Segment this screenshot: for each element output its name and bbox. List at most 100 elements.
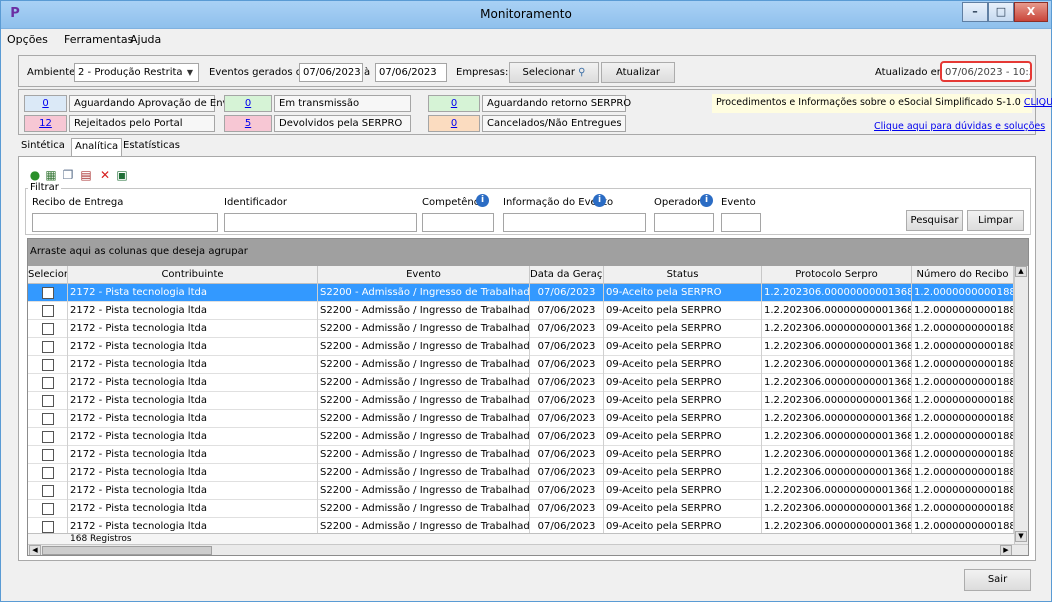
ambiente-select[interactable]: 2 - Produção Restrita ▼ bbox=[74, 63, 199, 82]
row-checkbox[interactable] bbox=[42, 413, 54, 425]
counter-em-transmissao[interactable]: 0 bbox=[224, 95, 272, 112]
competencia-label: Competênc bbox=[422, 197, 480, 208]
table-row[interactable]: 2172 - Pista tecnologia ltda S2200 - Admi… bbox=[28, 410, 1028, 428]
competencia-info-icon[interactable]: i bbox=[476, 194, 489, 207]
tab-sintetica[interactable]: Sintética bbox=[18, 138, 68, 155]
selecionar-label: Selecionar bbox=[522, 67, 575, 78]
row-checkbox[interactable] bbox=[42, 521, 54, 533]
table-row[interactable]: 2172 - Pista tecnologia ltda S2200 - Admi… bbox=[28, 302, 1028, 320]
atualizar-button[interactable]: Atualizar bbox=[601, 62, 675, 83]
duvidas-link[interactable]: Clique aqui para dúvidas e soluções bbox=[874, 121, 1045, 132]
table-row[interactable]: 2172 - Pista tecnologia ltda S2200 - Admi… bbox=[28, 464, 1028, 482]
table-row[interactable]: 2172 - Pista tecnologia ltda S2200 - Admi… bbox=[28, 374, 1028, 392]
column-header-recibo[interactable]: Número do Recibo bbox=[912, 266, 1014, 284]
procedimentos-link[interactable]: CLIQUE AQUI bbox=[1024, 97, 1052, 108]
globe-icon[interactable]: ● bbox=[28, 168, 42, 182]
scroll-up-icon[interactable]: ▲ bbox=[1015, 266, 1027, 277]
table-row[interactable]: 2172 - Pista tecnologia ltda S2200 - Admi… bbox=[28, 356, 1028, 374]
cell-numero-recibo: 1.2.000000000018898 bbox=[912, 410, 1014, 428]
column-header-contribuinte[interactable]: Contribuinte bbox=[68, 266, 318, 284]
table-row[interactable]: 2172 - Pista tecnologia ltda S2200 - Admi… bbox=[28, 500, 1028, 518]
row-checkbox[interactable] bbox=[42, 305, 54, 317]
cell-selecionar bbox=[28, 410, 68, 428]
table-row[interactable]: 2172 - Pista tecnologia ltda S2200 - Admi… bbox=[28, 338, 1028, 356]
row-checkbox[interactable] bbox=[42, 485, 54, 497]
table-row[interactable]: 2172 - Pista tecnologia ltda S2200 - Admi… bbox=[28, 320, 1028, 338]
counter-aguardando-aprovacao[interactable]: 0 bbox=[24, 95, 67, 112]
menu-bar: Opções Ferramentas Ajuda bbox=[1, 29, 1051, 51]
row-checkbox[interactable] bbox=[42, 377, 54, 389]
column-header-selecionar[interactable]: Selecionar bbox=[28, 266, 68, 284]
toolbar-panel: Ambiente: 2 - Produção Restrita ▼ Evento… bbox=[18, 55, 1036, 87]
cell-evento: S2200 - Admissão / Ingresso de Trabalhad… bbox=[318, 392, 530, 410]
pesquisar-button[interactable]: Pesquisar bbox=[906, 210, 963, 231]
tab-estatisticas[interactable]: Estatísticas bbox=[120, 138, 183, 155]
identificador-input[interactable] bbox=[224, 213, 417, 232]
counter-cancelados[interactable]: 0 bbox=[428, 115, 480, 132]
menu-opcoes[interactable]: Opções bbox=[7, 33, 48, 46]
operador-input[interactable] bbox=[654, 213, 714, 232]
table-row[interactable]: 2172 - Pista tecnologia ltda S2200 - Admi… bbox=[28, 392, 1028, 410]
cell-evento: S2200 - Admissão / Ingresso de Trabalhad… bbox=[318, 320, 530, 338]
row-checkbox[interactable] bbox=[42, 467, 54, 479]
horizontal-scrollbar[interactable]: ◀ ▶ bbox=[28, 544, 1028, 555]
date-to-input[interactable]: 07/06/2023 bbox=[375, 63, 447, 82]
competencia-input[interactable] bbox=[422, 213, 494, 232]
group-by-area[interactable]: Arraste aqui as colunas que deseja agrup… bbox=[28, 239, 1028, 266]
cell-protocolo: 1.2.202306.0000000000136893153 bbox=[762, 302, 912, 320]
informacao-info-icon[interactable]: i bbox=[593, 194, 606, 207]
delete-icon[interactable]: ✕ bbox=[98, 168, 112, 182]
column-header-data[interactable]: Data da Geração bbox=[530, 266, 604, 284]
close-button[interactable]: X bbox=[1014, 2, 1048, 22]
cell-selecionar bbox=[28, 500, 68, 518]
column-header-status[interactable]: Status bbox=[604, 266, 762, 284]
menu-ajuda[interactable]: Ajuda bbox=[130, 33, 161, 46]
cell-evento: S2200 - Admissão / Ingresso de Trabalhad… bbox=[318, 338, 530, 356]
row-checkbox[interactable] bbox=[42, 449, 54, 461]
selecionar-button[interactable]: Selecionar ⚲ bbox=[509, 62, 599, 83]
vertical-scrollbar[interactable]: ▲ ▼ bbox=[1014, 266, 1028, 544]
counter-devolvidos[interactable]: 5 bbox=[224, 115, 272, 132]
sair-button[interactable]: Sair bbox=[964, 569, 1031, 591]
row-checkbox[interactable] bbox=[42, 395, 54, 407]
row-checkbox[interactable] bbox=[42, 323, 54, 335]
scroll-left-icon[interactable]: ◀ bbox=[29, 545, 41, 555]
cell-status: 09-Aceito pela SERPRO bbox=[604, 428, 762, 446]
excel-icon[interactable]: ▣ bbox=[115, 168, 129, 182]
recibo-input[interactable] bbox=[32, 213, 218, 232]
evento-input[interactable] bbox=[721, 213, 761, 232]
counter-rejeitados[interactable]: 12 bbox=[24, 115, 67, 132]
operador-info-icon[interactable]: i bbox=[700, 194, 713, 207]
row-checkbox[interactable] bbox=[42, 287, 54, 299]
cell-evento: S2200 - Admissão / Ingresso de Trabalhad… bbox=[318, 428, 530, 446]
cell-numero-recibo: 1.2.000000000018898 bbox=[912, 464, 1014, 482]
cell-data-geracao: 07/06/2023 bbox=[530, 428, 604, 446]
copy-icon[interactable]: ❐ bbox=[61, 168, 75, 182]
calendar-icon[interactable]: ▤ bbox=[79, 168, 93, 182]
tab-analitica[interactable]: Analítica bbox=[71, 138, 123, 157]
table-row[interactable]: 2172 - Pista tecnologia ltda S2200 - Admi… bbox=[28, 446, 1028, 464]
limpar-button[interactable]: Limpar bbox=[967, 210, 1024, 231]
table-row[interactable]: 2172 - Pista tecnologia ltda S2200 - Admi… bbox=[28, 428, 1028, 446]
column-header-evento[interactable]: Evento bbox=[318, 266, 530, 284]
horizontal-scroll-thumb[interactable] bbox=[42, 546, 212, 555]
cell-contribuinte: 2172 - Pista tecnologia ltda bbox=[68, 338, 318, 356]
menu-ferramentas[interactable]: Ferramentas bbox=[64, 33, 133, 46]
cell-status: 09-Aceito pela SERPRO bbox=[604, 356, 762, 374]
table-row[interactable]: 2172 - Pista tecnologia ltda S2200 - Admi… bbox=[28, 482, 1028, 500]
minimize-button[interactable]: – bbox=[962, 2, 988, 22]
row-checkbox[interactable] bbox=[42, 503, 54, 515]
maximize-button[interactable]: □ bbox=[988, 2, 1014, 22]
informacao-input[interactable] bbox=[503, 213, 646, 232]
row-checkbox[interactable] bbox=[42, 341, 54, 353]
scroll-down-icon[interactable]: ▼ bbox=[1015, 531, 1027, 542]
row-checkbox[interactable] bbox=[42, 431, 54, 443]
table-row[interactable]: 2172 - Pista tecnologia ltda S2200 - Admi… bbox=[28, 284, 1028, 302]
row-checkbox[interactable] bbox=[42, 359, 54, 371]
export-icon[interactable]: ▦ bbox=[44, 168, 58, 182]
column-header-protocolo[interactable]: Protocolo Serpro bbox=[762, 266, 912, 284]
counter-aguardando-retorno[interactable]: 0 bbox=[428, 95, 480, 112]
date-from-input[interactable]: 07/06/2023 bbox=[299, 63, 363, 82]
cell-evento: S2200 - Admissão / Ingresso de Trabalhad… bbox=[318, 464, 530, 482]
scroll-right-icon[interactable]: ▶ bbox=[1000, 545, 1012, 555]
